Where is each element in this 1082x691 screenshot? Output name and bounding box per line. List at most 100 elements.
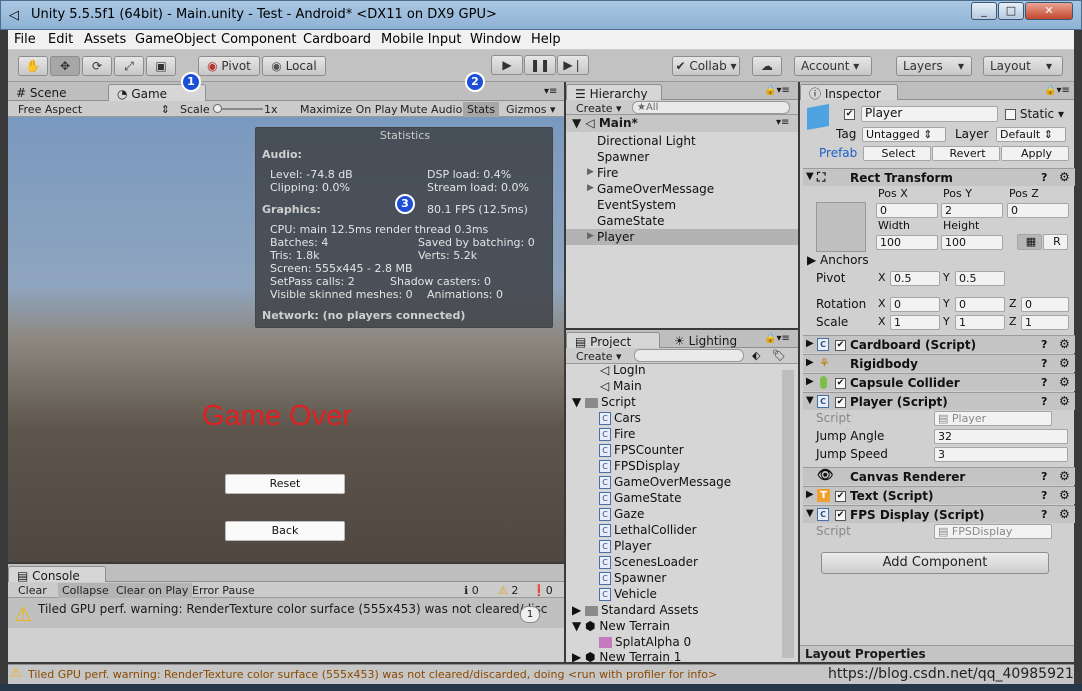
step-button[interactable]: ▶❘ (557, 55, 589, 75)
move-tool-icon[interactable]: ✥ (50, 56, 80, 76)
settings-gear-icon[interactable]: ⚙ (1059, 507, 1070, 521)
hierarchy-item-player[interactable]: Player (597, 230, 634, 244)
width-field[interactable]: 100 (876, 235, 938, 250)
filter-label-icon[interactable]: 🏷 (772, 349, 786, 362)
project-item[interactable]: C GameState (599, 491, 682, 505)
blueprint-mode-button[interactable]: ▦ (1017, 234, 1042, 250)
height-field[interactable]: 100 (941, 235, 1003, 250)
project-item[interactable]: C LethalCollider (599, 523, 697, 537)
rotate-tool-icon[interactable]: ⟳ (82, 56, 112, 76)
console-clear-button[interactable]: Clear (14, 583, 51, 598)
settings-gear-icon[interactable]: ⚙ (1059, 469, 1070, 483)
settings-gear-icon[interactable]: ⚙ (1059, 488, 1070, 502)
project-folder[interactable]: ▶ Standard Assets (572, 603, 699, 617)
hierarchy-scene-row[interactable]: ▼ ◁ Main* ▾≡ (566, 115, 798, 132)
project-item[interactable]: ▶ ⬢ New Terrain 1 (572, 650, 681, 662)
filter-type-icon[interactable]: ⬖ (752, 349, 760, 362)
hierarchy-item[interactable]: GameOverMessage (597, 182, 714, 196)
panel-menu-icon[interactable]: ▾≡ (544, 86, 557, 97)
maximize-on-play-toggle[interactable]: Maximize On Play (296, 102, 402, 117)
component-rigidbody[interactable]: ▶ ⚘ Rigidbody ? ⚙ (803, 354, 1075, 372)
jump-angle-field[interactable]: 32 (934, 429, 1068, 444)
project-item[interactable]: C FPSCounter (599, 443, 684, 457)
status-bar[interactable]: ⚠ Tiled GPU perf. warning: RenderTexture… (8, 664, 1074, 684)
component-enable-checkbox[interactable]: ✔ (835, 376, 846, 390)
help-icon[interactable]: ? (1041, 338, 1047, 351)
menu-help[interactable]: Help (531, 32, 561, 47)
posz-field[interactable]: 0 (1007, 203, 1069, 218)
settings-gear-icon[interactable]: ⚙ (1059, 356, 1070, 370)
tab-scene[interactable]: # Scene (8, 84, 74, 102)
rot-x-field[interactable]: 0 (890, 297, 940, 312)
layout-dropdown[interactable]: Layout ▾ (983, 56, 1063, 76)
scale-slider-thumb[interactable] (213, 104, 222, 113)
anchor-presets-button[interactable] (816, 202, 866, 252)
scale-y-field[interactable]: 1 (955, 315, 1005, 330)
hierarchy-item[interactable]: Spawner (597, 150, 649, 164)
menu-mobile-input[interactable]: Mobile Input (381, 32, 461, 47)
scene-menu-icon[interactable]: ▾≡ (776, 117, 789, 128)
hierarchy-item[interactable]: GameState (597, 214, 665, 228)
pause-button[interactable]: ❚❚ (524, 55, 556, 75)
console-collapse-toggle[interactable]: Collapse (58, 583, 113, 598)
component-enable-checkbox[interactable]: ✔ (835, 338, 846, 352)
layer-dropdown[interactable]: Default ⇕ (996, 127, 1066, 142)
object-name-field[interactable]: Player (861, 106, 998, 122)
menu-gameobject[interactable]: GameObject (135, 32, 216, 47)
layers-dropdown[interactable]: Layers ▾ (896, 56, 972, 76)
project-search-input[interactable] (634, 349, 744, 362)
help-icon[interactable]: ? (1041, 470, 1047, 483)
component-text-script[interactable]: ▶ T ✔ Text (Script) ? ⚙ (803, 486, 1075, 504)
aspect-dropdown[interactable]: Free Aspect ⇕ (14, 102, 174, 117)
settings-gear-icon[interactable]: ⚙ (1059, 170, 1070, 184)
help-icon[interactable]: ? (1041, 489, 1047, 502)
project-item[interactable]: C GameOverMessage (599, 475, 731, 489)
play-button[interactable]: ▶ (491, 55, 523, 75)
help-icon[interactable]: ? (1041, 357, 1047, 370)
prefab-select-button[interactable]: Select (863, 146, 931, 161)
help-icon[interactable]: ? (1041, 376, 1047, 389)
scale-tool-icon[interactable]: ⤢ (114, 56, 144, 76)
mute-audio-toggle[interactable]: Mute Audio (396, 102, 466, 117)
prefab-apply-button[interactable]: Apply (1001, 146, 1069, 161)
project-item[interactable]: C ScenesLoader (599, 555, 698, 569)
tag-dropdown[interactable]: Untagged ⇕ (862, 127, 946, 142)
reset-button[interactable]: Reset (225, 474, 345, 494)
component-enable-checkbox[interactable]: ✔ (835, 508, 846, 522)
rot-y-field[interactable]: 0 (955, 297, 1005, 312)
raw-edit-button[interactable]: R (1043, 234, 1068, 250)
menu-assets[interactable]: Assets (84, 32, 126, 47)
inspector-lock-icon[interactable]: 🔒▾≡ (1044, 85, 1070, 96)
project-item[interactable]: C Fire (599, 427, 635, 441)
help-icon[interactable]: ? (1041, 395, 1047, 408)
settings-gear-icon[interactable]: ⚙ (1059, 394, 1070, 408)
component-enable-checkbox[interactable]: ✔ (835, 395, 846, 409)
menu-window[interactable]: Window (470, 32, 521, 47)
scale-x-field[interactable]: 1 (890, 315, 940, 330)
project-create-dropdown[interactable]: Create ▾ (572, 349, 626, 364)
gizmos-dropdown[interactable]: Gizmos ▾ (502, 102, 560, 117)
posy-field[interactable]: 2 (941, 203, 1003, 218)
maximize-button[interactable]: □ (998, 2, 1024, 20)
project-item[interactable]: C Spawner (599, 571, 666, 585)
project-item[interactable]: SplatAlpha 0 (599, 635, 691, 649)
rot-z-field[interactable]: 0 (1021, 297, 1069, 312)
menu-cardboard[interactable]: Cardboard (303, 32, 371, 47)
cloud-icon[interactable]: ☁ (752, 56, 782, 76)
prefab-revert-button[interactable]: Revert (932, 146, 1000, 161)
help-icon[interactable]: ? (1041, 508, 1047, 521)
project-folder-script[interactable]: ▼ Script (572, 395, 636, 409)
hierarchy-item[interactable]: EventSystem (597, 198, 676, 212)
expand-arrow-icon[interactable]: ▶ (587, 183, 594, 193)
minimize-button[interactable]: _ (971, 2, 997, 20)
static-toggle[interactable]: Static ▾ (1005, 107, 1064, 121)
component-player-script[interactable]: ▼ C ✔ Player (Script) ? ⚙ (803, 392, 1075, 410)
component-enable-checkbox[interactable]: ✔ (835, 489, 846, 503)
console-clear-on-play-toggle[interactable]: Clear on Play (112, 583, 193, 598)
local-toggle[interactable]: ◉ Local (262, 56, 326, 76)
jump-speed-field[interactable]: 3 (934, 447, 1068, 462)
close-button[interactable]: ✕ (1025, 2, 1073, 20)
component-fps-display[interactable]: ▼ C ✔ FPS Display (Script) ? ⚙ (803, 505, 1075, 523)
component-capsule-collider[interactable]: ▶ ✔ Capsule Collider ? ⚙ (803, 373, 1075, 391)
component-cardboard[interactable]: ▶ C ✔ Cardboard (Script) ? ⚙ (803, 335, 1075, 353)
